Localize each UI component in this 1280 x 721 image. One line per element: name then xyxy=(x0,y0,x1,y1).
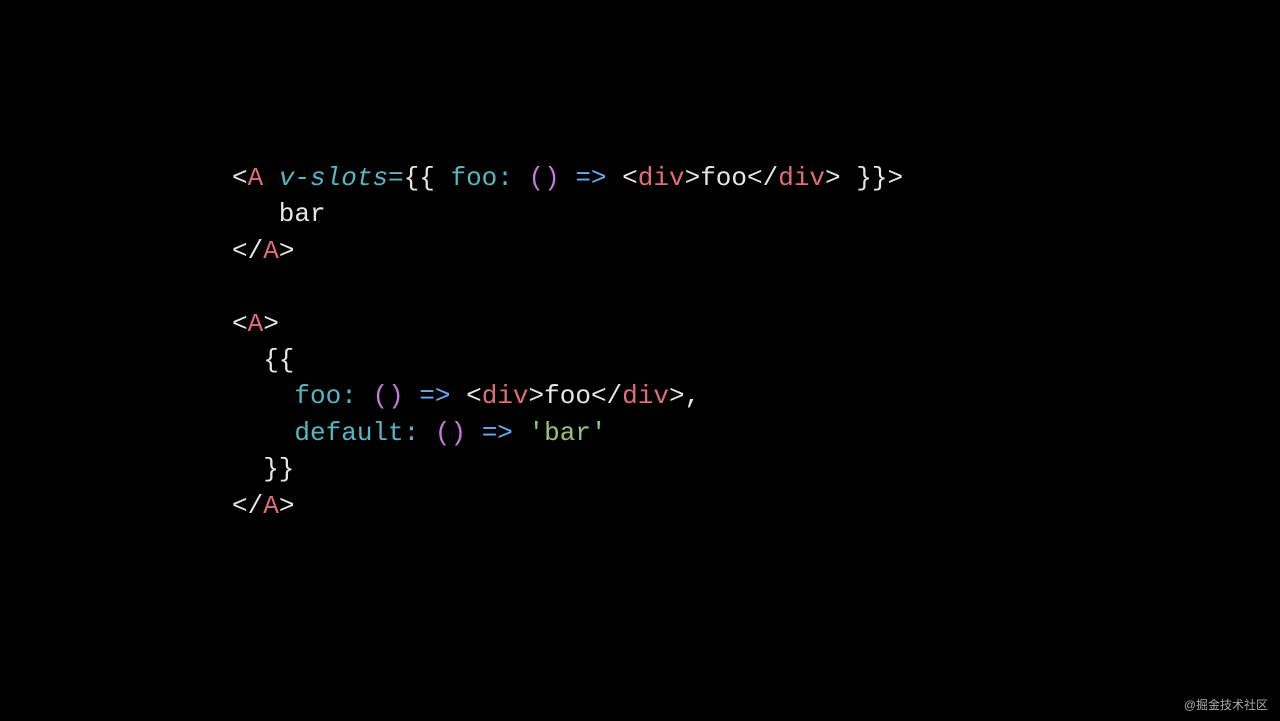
angle-close: > xyxy=(279,236,295,266)
angle-open: < xyxy=(232,309,248,339)
space xyxy=(263,163,279,193)
tag-div: div xyxy=(482,381,529,411)
arrow: => xyxy=(482,418,513,448)
space xyxy=(357,381,373,411)
angle-open-slash: </ xyxy=(232,236,263,266)
code-block: <A v-slots={{ foo: () => <div>foo</div> … xyxy=(232,160,903,524)
space xyxy=(466,418,482,448)
angle-close: > xyxy=(825,163,841,193)
space xyxy=(607,163,623,193)
space xyxy=(451,381,467,411)
key-foo: foo: xyxy=(450,163,512,193)
paren-close: ) xyxy=(388,381,404,411)
paren-close: ) xyxy=(450,418,466,448)
angle-open: < xyxy=(466,381,482,411)
paren-close: ) xyxy=(544,163,560,193)
tag-div: div xyxy=(778,163,825,193)
braces-close-tag-close: }}> xyxy=(841,163,903,193)
comma: , xyxy=(685,381,701,411)
attr-v-slots: v-slots= xyxy=(279,163,404,193)
text-bar: bar xyxy=(232,199,326,229)
angle-close: > xyxy=(529,381,545,411)
tag-A: A xyxy=(263,236,279,266)
indent xyxy=(232,418,294,448)
code-line-7: foo: () => <div>foo</div>, xyxy=(232,381,700,411)
key-default: default: xyxy=(294,418,419,448)
paren-open: ( xyxy=(529,163,545,193)
space xyxy=(560,163,576,193)
tag-A: A xyxy=(263,491,279,521)
angle-close: > xyxy=(279,491,295,521)
angle-close: > xyxy=(263,309,279,339)
space xyxy=(419,418,435,448)
paren-open: ( xyxy=(435,418,451,448)
angle-open-slash: </ xyxy=(747,163,778,193)
code-line-3: </A> xyxy=(232,236,294,266)
arrow: => xyxy=(575,163,606,193)
code-line-1: <A v-slots={{ foo: () => <div>foo</div> … xyxy=(232,163,903,193)
space xyxy=(513,418,529,448)
tag-div: div xyxy=(638,163,685,193)
code-line-2: bar xyxy=(232,199,326,229)
braces-close: }} xyxy=(232,454,294,484)
angle-close: > xyxy=(685,163,701,193)
code-line-10: </A> xyxy=(232,491,294,521)
tag-div: div xyxy=(622,381,669,411)
code-line-5: <A> xyxy=(232,309,279,339)
text-foo: foo xyxy=(700,163,747,193)
code-line-8: default: () => 'bar' xyxy=(232,418,607,448)
angle-close: > xyxy=(669,381,685,411)
arrow: => xyxy=(419,381,450,411)
paren-open: ( xyxy=(372,381,388,411)
indent xyxy=(232,381,294,411)
string-bar: 'bar' xyxy=(529,418,607,448)
angle-open: < xyxy=(232,163,248,193)
braces-open: {{ xyxy=(404,163,451,193)
angle-open-slash: </ xyxy=(232,491,263,521)
braces-open: {{ xyxy=(232,345,294,375)
tag-A: A xyxy=(248,309,264,339)
text-foo: foo xyxy=(544,381,591,411)
space xyxy=(513,163,529,193)
angle-open-slash: </ xyxy=(591,381,622,411)
angle-open: < xyxy=(622,163,638,193)
code-line-6: {{ xyxy=(232,345,294,375)
space xyxy=(404,381,420,411)
slide-stage: <A v-slots={{ foo: () => <div>foo</div> … xyxy=(0,0,1280,721)
watermark: @掘金技术社区 xyxy=(1184,696,1268,713)
code-line-9: }} xyxy=(232,454,294,484)
key-foo: foo: xyxy=(294,381,356,411)
tag-A: A xyxy=(248,163,264,193)
